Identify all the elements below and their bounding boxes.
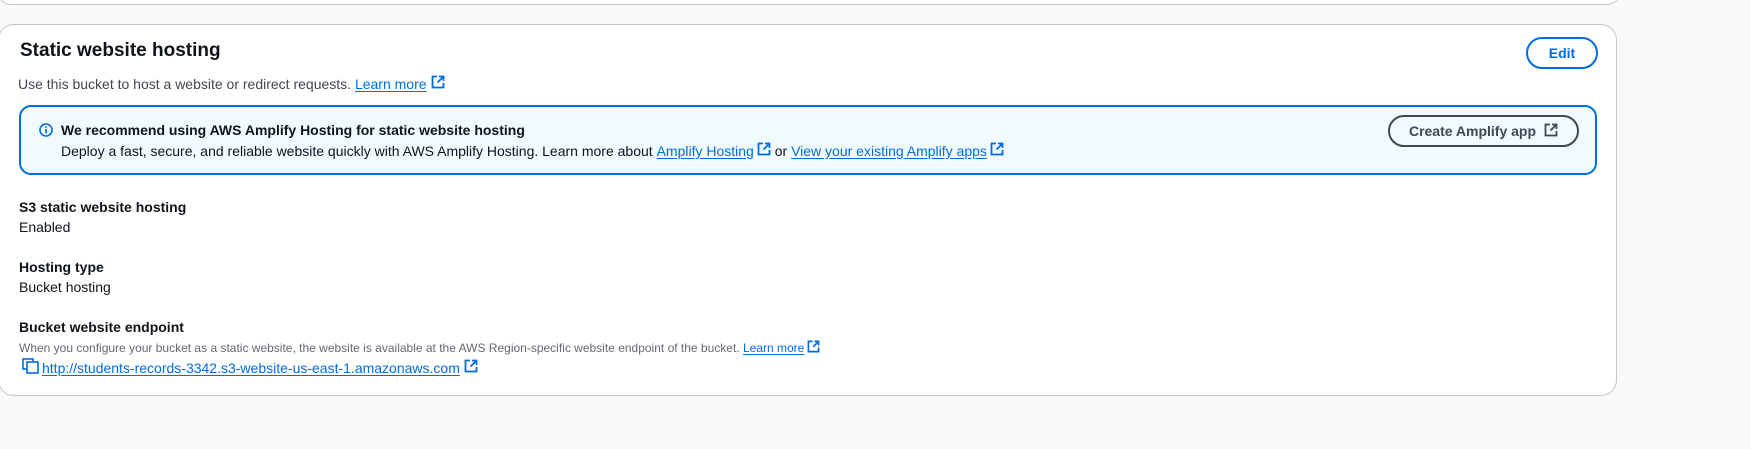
edit-button[interactable]: Edit [1526, 37, 1598, 69]
hosting-type-value: Bucket hosting [19, 279, 111, 295]
or-text: or [774, 142, 788, 159]
copy-icon[interactable] [22, 358, 40, 377]
endpoint-description-text: When you configure your bucket as a stat… [19, 341, 740, 355]
panel-title: Static website hosting [20, 40, 221, 61]
learn-more-link[interactable]: Learn more [355, 76, 427, 92]
description-text: Use this bucket to host a website or red… [18, 75, 352, 92]
info-icon [39, 123, 53, 142]
view-amplify-apps-link[interactable]: View your existing Amplify apps [791, 143, 987, 159]
banner-title: We recommend using AWS Amplify Hosting f… [61, 122, 525, 138]
endpoint-url-row: http://students-records-3342.s3-website-… [22, 358, 478, 377]
endpoint-description: When you configure your bucket as a stat… [19, 340, 820, 356]
hosting-type-label: Hosting type [19, 259, 104, 275]
banner-text: Deploy a fast, secure, and reliable webs… [61, 142, 1004, 159]
amplify-recommendation-banner: We recommend using AWS Amplify Hosting f… [19, 105, 1597, 175]
external-link-icon [464, 359, 478, 376]
external-link-icon [431, 75, 445, 92]
banner-text-prefix: Deploy a fast, secure, and reliable webs… [61, 142, 653, 159]
endpoint-learn-more-link[interactable]: Learn more [743, 341, 804, 355]
create-amplify-app-button[interactable]: Create Amplify app [1388, 115, 1579, 147]
external-link-icon [757, 142, 771, 159]
amplify-hosting-link[interactable]: Amplify Hosting [657, 143, 754, 159]
endpoint-url-link[interactable]: http://students-records-3342.s3-website-… [42, 360, 460, 376]
create-amplify-app-label: Create Amplify app [1408, 123, 1537, 139]
hosting-status-label: S3 static website hosting [19, 199, 187, 215]
hosting-status-value: Enabled [19, 219, 71, 235]
external-link-icon [1544, 123, 1558, 140]
external-link-icon [807, 340, 820, 356]
external-link-icon [990, 142, 1004, 159]
previous-panel [0, 0, 1620, 5]
endpoint-label: Bucket website endpoint [19, 319, 184, 335]
panel-description: Use this bucket to host a website or red… [18, 75, 445, 92]
